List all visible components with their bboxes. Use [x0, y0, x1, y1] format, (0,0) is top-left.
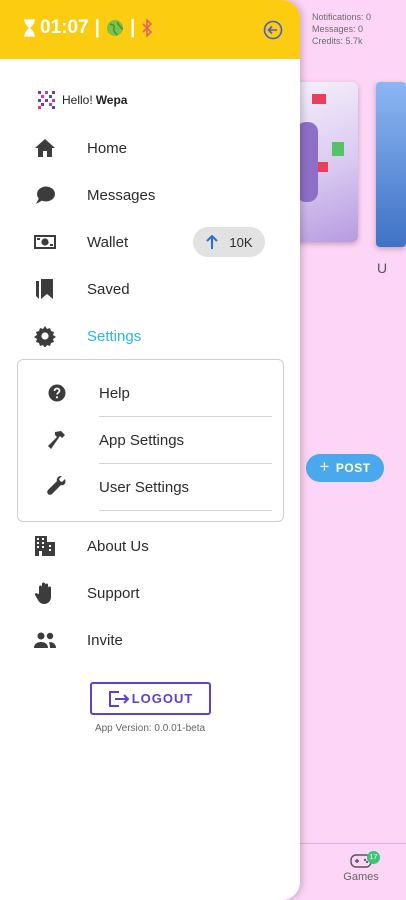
post-button[interactable]: + POST	[306, 454, 384, 482]
globe-icon	[106, 20, 124, 36]
notifications-count: Notifications: 0	[312, 12, 372, 22]
user-greeting: Hello! Wepa	[37, 90, 127, 110]
logout-button[interactable]: LOGOUT	[90, 682, 211, 715]
app-logo-icon	[38, 91, 55, 109]
plus-icon: +	[319, 457, 330, 476]
greeting-hello: Hello!	[62, 93, 93, 107]
menu-item-label: Saved	[87, 280, 130, 298]
greeting-username: Wepa	[95, 93, 128, 107]
settings-submenu: Help App Settings User Settings	[17, 359, 284, 522]
games-badge: 17	[367, 851, 380, 864]
menu-item-label: Invite	[87, 631, 123, 649]
gear-icon	[33, 324, 57, 348]
hand-icon	[33, 581, 57, 605]
people-icon	[33, 628, 57, 652]
credits-count: Credits: 5.7k	[312, 36, 363, 46]
menu-item-home[interactable]: Home	[0, 125, 300, 171]
menu-item-settings[interactable]: Settings	[0, 313, 300, 359]
wrench-icon	[45, 475, 69, 499]
submenu-item-user-settings[interactable]: User Settings	[18, 464, 283, 511]
bookmark-icon	[33, 277, 57, 301]
status-separator: |	[94, 17, 100, 38]
hammer-icon	[45, 428, 69, 452]
divider	[99, 510, 272, 511]
back-arrow-icon[interactable]	[263, 20, 283, 40]
post-button-label: POST	[335, 461, 371, 475]
post-card-label: U	[377, 260, 388, 276]
wallet-balance: 10K	[229, 234, 253, 250]
games-tab-label: Games	[343, 871, 379, 883]
building-icon	[33, 534, 57, 558]
arrow-up-icon	[206, 234, 219, 249]
hourglass-icon	[24, 19, 35, 37]
logout-icon	[108, 690, 130, 707]
menu-item-label: Messages	[87, 186, 156, 204]
menu-item-label: About Us	[87, 537, 149, 555]
menu-item-label: Home	[87, 139, 128, 157]
navigation-drawer: 01:07 | | Hello! Wepa Home Messages Wall…	[0, 0, 300, 900]
menu-item-invite[interactable]: Invite	[0, 617, 300, 663]
menu-item-about-us[interactable]: About Us	[0, 523, 300, 569]
submenu-item-label: User Settings	[99, 479, 190, 496]
wallet-balance-chip[interactable]: 10K	[193, 227, 265, 257]
home-icon	[33, 136, 57, 160]
games-tab[interactable]: 17 Games	[338, 851, 384, 883]
bluetooth-icon	[142, 19, 153, 37]
menu-item-support[interactable]: Support	[0, 570, 300, 616]
submenu-item-app-settings[interactable]: App Settings	[18, 417, 283, 464]
help-icon	[45, 381, 69, 405]
status-bar: 01:07 | |	[23, 17, 153, 39]
menu-item-label: Support	[87, 584, 140, 602]
app-version: App Version: 0.0.01-beta	[94, 723, 206, 734]
session-timer: 01:07	[40, 17, 89, 38]
chat-icon	[33, 183, 57, 207]
menu-item-messages[interactable]: Messages	[0, 172, 300, 218]
logout-label: LOGOUT	[131, 691, 194, 706]
status-separator: |	[129, 17, 136, 38]
menu-item-label: Wallet	[87, 233, 129, 251]
drawer-header: 01:07 | |	[0, 0, 300, 59]
submenu-item-help[interactable]: Help	[18, 370, 283, 417]
stats-panel: Notifications: 0 Messages: 0 Credits: 5.…	[312, 11, 371, 47]
money-icon	[33, 230, 57, 254]
post-card-thumbnail[interactable]	[376, 82, 406, 247]
menu-item-saved[interactable]: Saved	[0, 266, 300, 312]
messages-count: Messages: 0	[312, 24, 364, 34]
submenu-item-label: Help	[99, 385, 130, 402]
submenu-item-label: App Settings	[99, 432, 185, 449]
menu-item-label: Settings	[87, 327, 142, 345]
